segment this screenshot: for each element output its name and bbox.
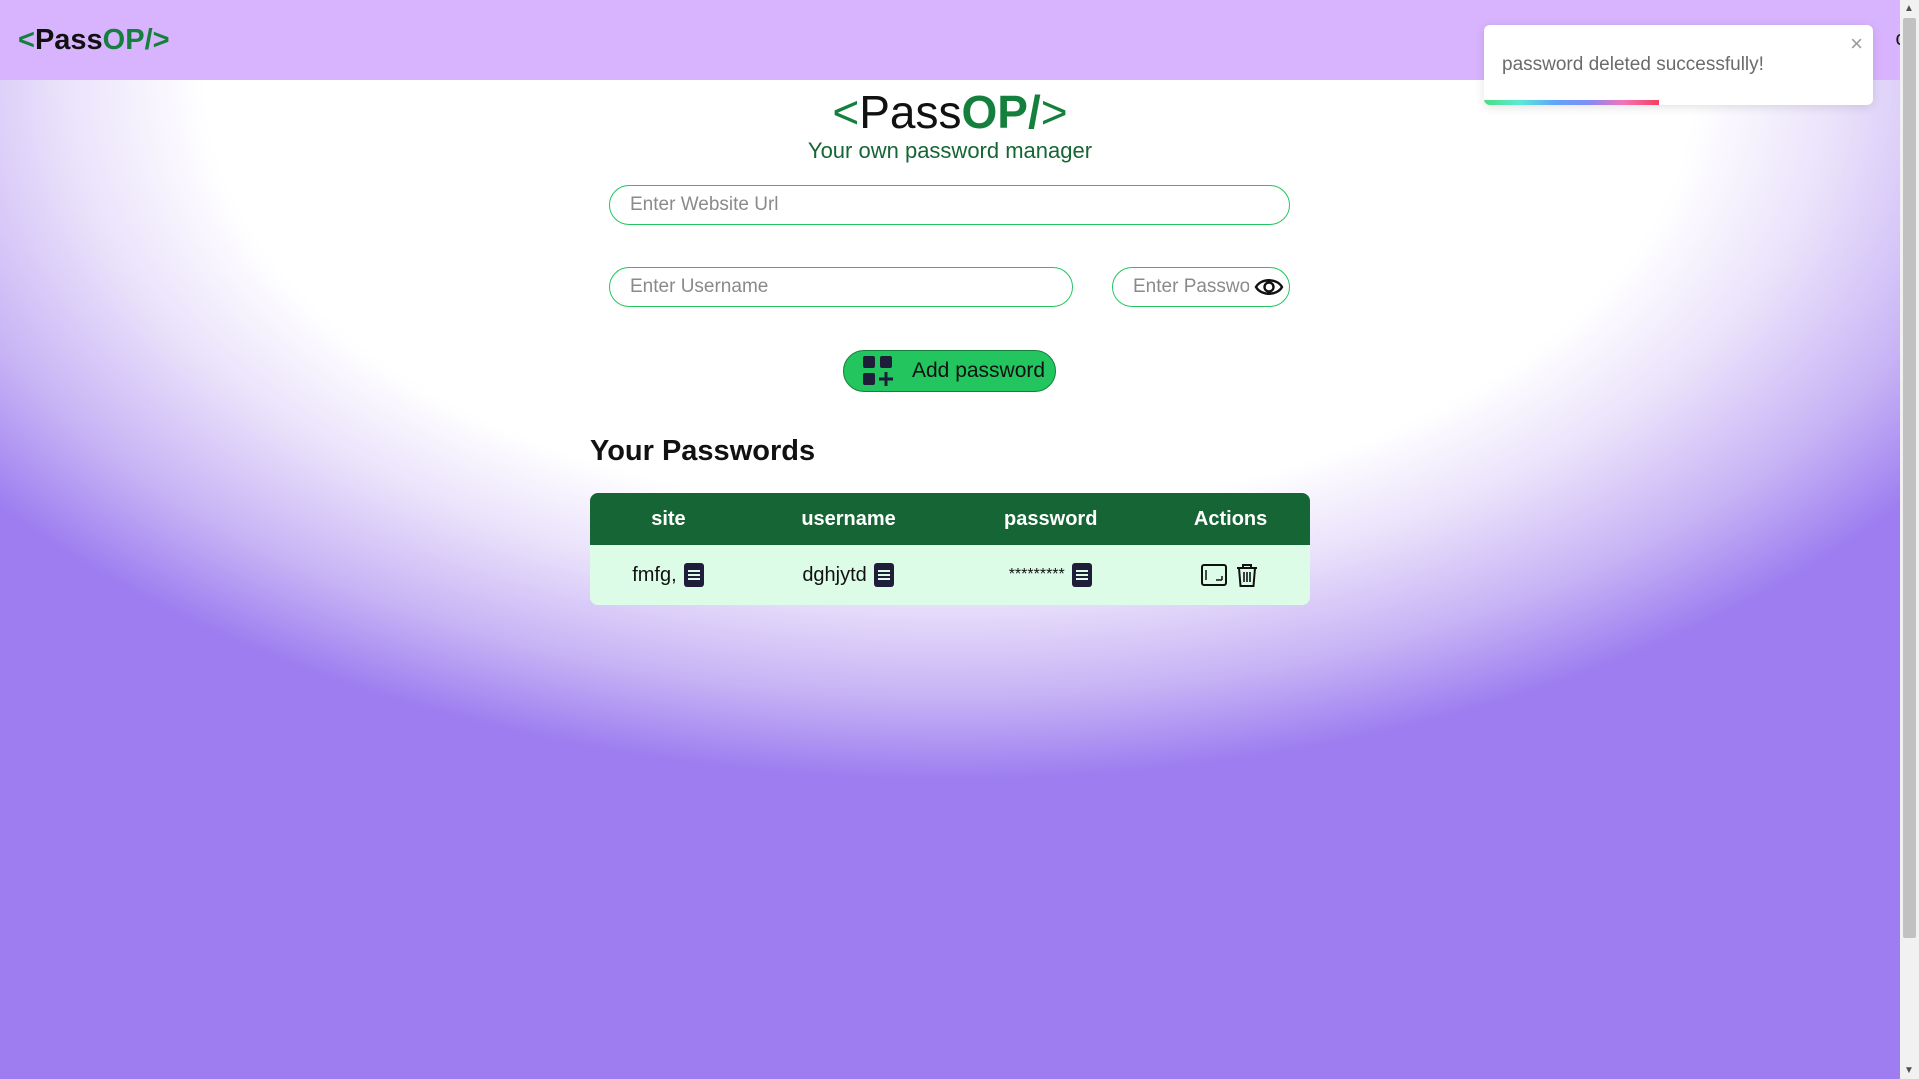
tagline: Your own password manager — [807, 137, 1093, 163]
edit-icon[interactable] — [1200, 561, 1228, 589]
add-grid-icon — [863, 356, 893, 386]
add-password-button[interactable]: Add password — [843, 350, 1056, 392]
nav-logo[interactable]: <PassOP/> — [18, 24, 170, 57]
username-cell: dghjytd — [746, 545, 951, 605]
add-password-label: Add password — [912, 359, 1046, 382]
site-value[interactable]: fmfg, — [632, 564, 676, 587]
scroll-down-arrow[interactable]: ▼ — [1904, 1065, 1914, 1076]
passwords-heading: Your Passwords — [590, 435, 816, 467]
logo-bracket-close: > — [152, 23, 170, 56]
table-header-row: site username password Actions — [590, 493, 1310, 545]
eye-icon[interactable] — [1254, 275, 1284, 299]
toast-message: password deleted successfully! — [1502, 54, 1764, 75]
column-header-username: username — [746, 493, 951, 545]
column-header-site: site — [590, 493, 747, 545]
hero-logo-bracket-open: < — [832, 86, 860, 138]
close-icon[interactable]: × — [1850, 31, 1863, 57]
website-url-input[interactable] — [609, 185, 1290, 225]
hero-logo-bracket-close: > — [1040, 86, 1068, 138]
password-value[interactable]: ********* — [1009, 566, 1065, 584]
scrollbar-thumb[interactable] — [1903, 18, 1916, 938]
column-header-password: password — [950, 493, 1152, 545]
scroll-up-arrow[interactable]: ▲ — [1904, 3, 1914, 14]
site-cell: fmfg, — [590, 545, 747, 605]
toast-progress-bar — [1484, 100, 1660, 105]
password-cell: ********* — [950, 545, 1152, 605]
copy-icon[interactable] — [683, 562, 705, 588]
logo-pass: Pass — [34, 23, 103, 56]
logo-op: OP/ — [102, 23, 153, 56]
copy-icon[interactable] — [1071, 562, 1093, 588]
username-value[interactable]: dghjytd — [802, 564, 867, 587]
table-row: fmfg, dghjytd ********* — [590, 545, 1310, 605]
hero-logo-op: OP/ — [961, 86, 1041, 138]
password-field — [1112, 267, 1290, 307]
username-input[interactable] — [609, 267, 1073, 307]
toast-notification: password deleted successfully! × — [1484, 25, 1873, 105]
copy-icon[interactable] — [873, 562, 895, 588]
trash-icon[interactable] — [1233, 561, 1261, 589]
scrollbar[interactable]: ▲ ▼ — [1900, 0, 1919, 1079]
logo-bracket-open: < — [18, 23, 35, 56]
column-header-actions: Actions — [1151, 493, 1310, 545]
passwords-table: site username password Actions fmfg, dgh… — [590, 493, 1310, 605]
hero-logo-pass: Pass — [859, 86, 962, 138]
actions-cell — [1151, 545, 1310, 605]
